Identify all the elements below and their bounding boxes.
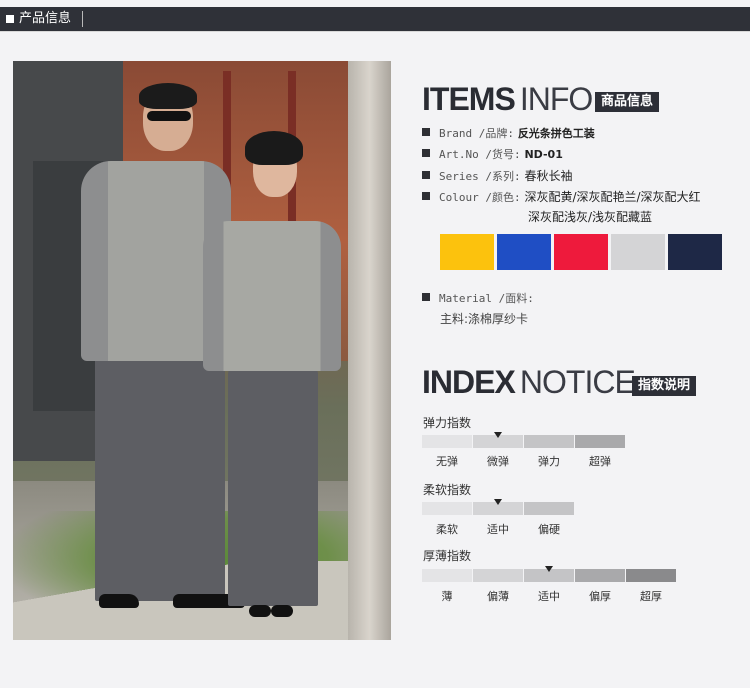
series-label: Series /系列: bbox=[439, 170, 521, 183]
thickness-level-bar bbox=[473, 569, 523, 582]
thickness-level-label: 偏薄 bbox=[487, 590, 509, 603]
product-photo bbox=[13, 61, 391, 640]
colour-label: Colour /颜色: bbox=[439, 191, 521, 204]
elasticity-level-bar bbox=[575, 435, 625, 448]
material-label: Material /面料: bbox=[439, 292, 534, 305]
model-female-shoe bbox=[271, 605, 293, 617]
items-info-badge: 商品信息 bbox=[595, 92, 660, 112]
color-swatch-yellow[interactable] bbox=[440, 234, 494, 270]
model-male-pants bbox=[95, 351, 225, 601]
section-header: 产品信息 bbox=[0, 7, 750, 31]
softness-level-bar bbox=[524, 502, 574, 515]
softness-selected-marker-icon bbox=[494, 499, 502, 505]
colour-row: Colour /颜色: 深灰配黄/深灰配艳兰/深灰配大红 bbox=[422, 188, 701, 205]
art-no-row: Art.No /货号: ND-01 bbox=[422, 146, 563, 162]
section-title: 产品信息 bbox=[19, 11, 72, 26]
model-male-sunglasses bbox=[147, 111, 191, 121]
header-divider bbox=[82, 11, 83, 27]
color-swatch-navy[interactable] bbox=[668, 234, 722, 270]
softness-level-bar bbox=[422, 502, 472, 515]
index-notice-heading: INDEX NOTICE bbox=[422, 364, 636, 401]
thickness-level-label: 偏厚 bbox=[589, 590, 611, 603]
elasticity-level-bar bbox=[524, 435, 574, 448]
thickness-selected-marker-icon bbox=[545, 566, 553, 572]
model-male-shoe bbox=[99, 594, 139, 608]
elasticity-selected-marker-icon bbox=[494, 432, 502, 438]
heading-light-text: INFO bbox=[519, 81, 593, 117]
brand-value: 反光条拼色工装 bbox=[517, 127, 595, 140]
thickness-level-label: 适中 bbox=[538, 590, 560, 603]
items-info-heading: ITEMS INFO bbox=[422, 81, 593, 118]
series-row: Series /系列: 春秋长袖 bbox=[422, 167, 572, 184]
model-female-pants bbox=[228, 366, 318, 606]
info-panel: ITEMS INFO 商品信息 Brand /品牌: 反光条拼色工装 Art.N… bbox=[392, 61, 750, 640]
heading-bold-text: ITEMS bbox=[422, 81, 516, 117]
material-row: Material /面料: bbox=[422, 290, 534, 306]
model-male-hair bbox=[139, 83, 197, 109]
header-underline bbox=[0, 31, 750, 32]
model-female-jacket bbox=[203, 221, 341, 371]
thickness-level-label: 超厚 bbox=[640, 590, 662, 603]
series-value: 春秋长袖 bbox=[524, 169, 573, 183]
softness-index-title: 柔软指数 bbox=[423, 483, 472, 497]
thickness-level-bar bbox=[575, 569, 625, 582]
elasticity-index-title: 弹力指数 bbox=[423, 416, 472, 430]
model-female-hair bbox=[245, 131, 303, 165]
thickness-level-bar bbox=[626, 569, 676, 582]
elasticity-level-label: 微弹 bbox=[487, 455, 509, 468]
color-swatch-light-gray[interactable] bbox=[611, 234, 665, 270]
square-icon bbox=[6, 15, 14, 23]
color-swatch-red[interactable] bbox=[554, 234, 608, 270]
material-value: 主料:涤棉厚纱卡 bbox=[440, 312, 529, 326]
softness-level-label: 偏硬 bbox=[538, 523, 560, 536]
colour-value-line1: 深灰配黄/深灰配艳兰/深灰配大红 bbox=[524, 190, 701, 204]
model-female-shoe bbox=[249, 605, 271, 617]
thickness-level-bar bbox=[422, 569, 472, 582]
photo-pillar bbox=[348, 61, 391, 640]
index-notice-badge: 指数说明 bbox=[632, 376, 697, 396]
square-bullet-icon bbox=[422, 293, 430, 301]
square-bullet-icon bbox=[422, 149, 430, 157]
softness-level-label: 柔软 bbox=[436, 523, 458, 536]
elasticity-level-label: 弹力 bbox=[538, 455, 560, 468]
elasticity-level-bar bbox=[422, 435, 472, 448]
square-bullet-icon bbox=[422, 171, 430, 179]
thickness-level-label: 薄 bbox=[441, 590, 453, 603]
thickness-index-title: 厚薄指数 bbox=[423, 549, 472, 563]
art-no-value: ND-01 bbox=[524, 148, 563, 161]
heading-light-text: NOTICE bbox=[519, 364, 636, 400]
colour-row-continued: 深灰配浅灰/浅灰配藏蓝 bbox=[528, 208, 652, 225]
brand-label: Brand /品牌: bbox=[439, 127, 514, 140]
softness-level-label: 适中 bbox=[487, 523, 509, 536]
art-no-label: Art.No /货号: bbox=[439, 148, 521, 161]
heading-bold-text: INDEX bbox=[422, 364, 516, 400]
elasticity-level-label: 无弹 bbox=[436, 455, 458, 468]
square-bullet-icon bbox=[422, 192, 430, 200]
square-bullet-icon bbox=[422, 128, 430, 136]
colour-value-line2: 深灰配浅灰/浅灰配藏蓝 bbox=[528, 210, 653, 224]
brand-row: Brand /品牌: 反光条拼色工装 bbox=[422, 125, 595, 141]
color-swatch-blue[interactable] bbox=[497, 234, 551, 270]
elasticity-level-label: 超弹 bbox=[589, 455, 611, 468]
